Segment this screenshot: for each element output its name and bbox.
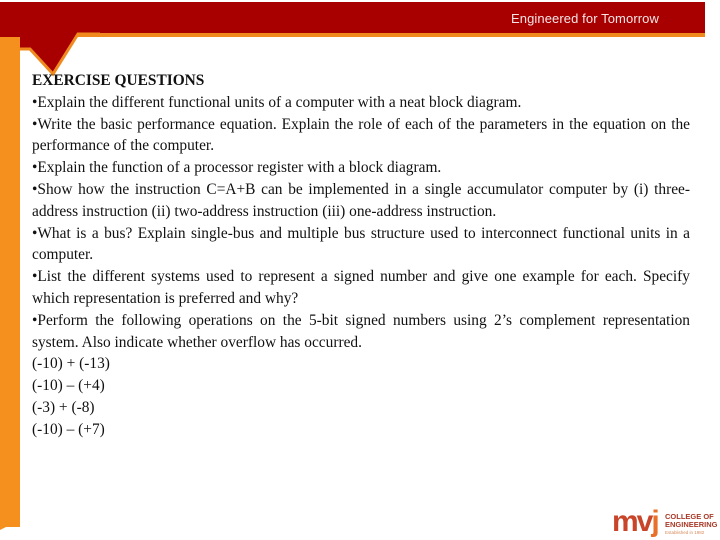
- question-7: •Perform the following operations on the…: [32, 311, 690, 351]
- college-logo: mvj COLLEGE OF ENGINEERING Established i…: [612, 507, 718, 537]
- question-2: •Write the basic performance equation. E…: [32, 115, 690, 155]
- left-accent-stripe: [0, 37, 20, 527]
- operation-4: (-10) – (+7): [32, 420, 105, 438]
- logo-mark-main: mv: [612, 505, 653, 538]
- question-4: •Show how the instruction C=A+B can be i…: [32, 180, 690, 220]
- question-5: •What is a bus? Explain single-bus and m…: [32, 224, 690, 264]
- question-1: •Explain the different functional units …: [32, 93, 522, 111]
- logo-text: COLLEGE OF ENGINEERING: [665, 513, 718, 529]
- exercise-content: EXERCISE QUESTIONS •Explain the differen…: [32, 70, 690, 441]
- logo-line-2: ENGINEERING: [665, 520, 718, 529]
- logo-subline: Established in 1982: [665, 530, 705, 535]
- exercise-title: EXERCISE QUESTIONS: [32, 72, 205, 89]
- logo-mark: mvj: [612, 505, 660, 538]
- header-tagline: Engineered for Tomorrow: [510, 11, 659, 26]
- logo-mark-accent: j: [651, 505, 659, 538]
- header-underline: [0, 33, 705, 37]
- left-accent-stripe-tail: [0, 520, 20, 530]
- operation-2: (-10) – (+4): [32, 377, 105, 395]
- operation-1: (-10) + (-13): [32, 355, 110, 373]
- question-6: •List the different systems used to repr…: [32, 268, 690, 307]
- operation-3: (-3) + (-8): [32, 398, 95, 416]
- header-band: Engineered for Tomorrow: [0, 2, 705, 34]
- question-3: •Explain the function of a processor reg…: [32, 159, 442, 177]
